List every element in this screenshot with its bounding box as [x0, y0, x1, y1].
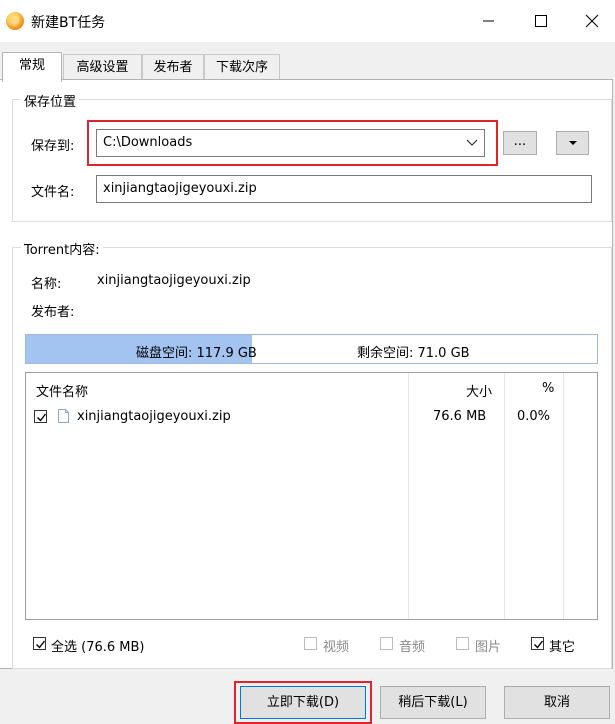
- close-button[interactable]: [569, 0, 615, 42]
- save-to-combobox[interactable]: C:\Downloads: [96, 129, 485, 157]
- file-name: xinjiangtaojigeyouxi.zip: [77, 409, 231, 424]
- image-filter-checkbox[interactable]: [456, 637, 469, 650]
- cancel-button[interactable]: 取消: [504, 686, 610, 719]
- chevron-down-icon: [466, 139, 478, 146]
- window-title: 新建BT任务: [31, 15, 106, 31]
- tab-bar: 常规 高级设置 发布者 下载次序: [0, 52, 615, 82]
- disk-space-label: 磁盘空间: 117.9 GB: [136, 346, 257, 361]
- filename-input[interactable]: xinjiangtaojigeyouxi.zip: [96, 175, 592, 203]
- file-row-checkbox[interactable]: [34, 410, 47, 423]
- file-icon: [58, 409, 69, 423]
- audio-filter-label: 音频: [399, 640, 426, 655]
- tab-publisher[interactable]: 发布者: [142, 54, 204, 80]
- path-history-button[interactable]: [556, 131, 589, 155]
- tab-download-order[interactable]: 下载次序: [204, 54, 280, 80]
- browse-button[interactable]: ...: [503, 131, 537, 155]
- free-space-label: 剩余空间: 71.0 GB: [357, 346, 470, 361]
- audio-filter-checkbox[interactable]: [380, 637, 393, 650]
- download-later-button[interactable]: 稍后下载(L): [380, 686, 486, 719]
- save-location-group: [12, 99, 612, 222]
- save-to-label: 保存到:: [31, 139, 75, 154]
- disk-space-bar: 磁盘空间: 117.9 GB 剩余空间: 71.0 GB: [25, 334, 598, 364]
- other-filter-label: 其它: [549, 640, 576, 655]
- select-all-label: 全选 (76.6 MB): [51, 640, 145, 655]
- table-row[interactable]: xinjiangtaojigeyouxi.zip 76.6 MB 0.0%: [26, 403, 597, 429]
- filename-value: xinjiangtaojigeyouxi.zip: [103, 181, 257, 196]
- save-to-value: C:\Downloads: [103, 135, 193, 150]
- file-percent: 0.0%: [517, 409, 551, 424]
- thunder-app-icon: [6, 12, 24, 30]
- select-all-checkbox[interactable]: [33, 637, 46, 650]
- torrent-publisher-label: 发布者:: [31, 305, 75, 320]
- column-header-percent[interactable]: %: [542, 381, 554, 396]
- column-header-filename[interactable]: 文件名称: [36, 381, 88, 400]
- other-filter-checkbox[interactable]: [531, 637, 544, 650]
- maximize-button[interactable]: [518, 0, 564, 42]
- file-list[interactable]: 文件名称 大小 % xinjiangtaojigeyouxi.zip 76.6 …: [25, 372, 598, 620]
- download-now-button[interactable]: 立即下载(D): [240, 686, 366, 719]
- video-filter-checkbox[interactable]: [304, 637, 317, 650]
- torrent-content-title: Torrent内容:: [21, 239, 103, 258]
- tab-general[interactable]: 常规: [2, 52, 62, 82]
- tab-advanced[interactable]: 高级设置: [63, 54, 142, 80]
- column-header-size[interactable]: 大小: [466, 381, 492, 400]
- dropdown-arrow-icon: [569, 141, 577, 145]
- file-size: 76.6 MB: [433, 409, 487, 424]
- filename-label: 文件名:: [31, 185, 75, 200]
- torrent-name-value: xinjiangtaojigeyouxi.zip: [97, 273, 251, 288]
- video-filter-label: 视频: [323, 640, 350, 655]
- image-filter-label: 图片: [475, 640, 502, 655]
- save-location-title: 保存位置: [21, 91, 80, 110]
- torrent-name-label: 名称:: [31, 277, 62, 292]
- minimize-button[interactable]: [465, 0, 511, 42]
- title-bar: 新建BT任务: [0, 0, 615, 42]
